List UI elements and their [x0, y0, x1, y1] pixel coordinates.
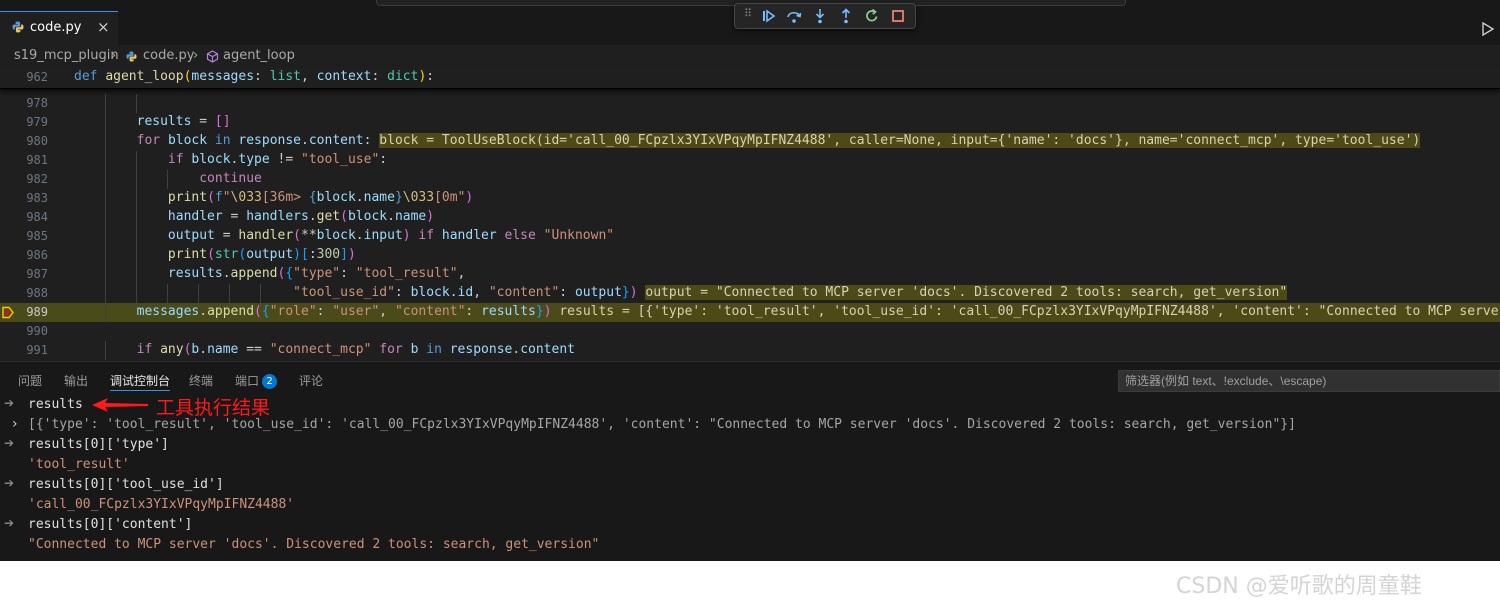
restart-icon[interactable] [863, 7, 881, 25]
method-symbol-icon [206, 50, 219, 63]
line-number: 988 [26, 286, 48, 300]
breadcrumb-file[interactable]: code.py [143, 48, 194, 63]
panel-tabs: 问题 输出 调试控制台 终端 端口 2 评论 [0, 362, 1500, 392]
close-icon[interactable]: × [97, 18, 110, 36]
sticky-scroll-header[interactable]: 962 def agent_loop(messages: list, conte… [0, 67, 1500, 89]
chevron-right-icon: › [111, 48, 117, 63]
python-file-icon [12, 21, 24, 33]
line-number: 979 [26, 115, 48, 129]
console-output: 'call_00_FCpzlx3YIxVPqyMpIFNZ4488' [28, 497, 295, 512]
ports-count-badge: 2 [262, 374, 278, 389]
code-line: 985 output = handler(**block.input) if h… [0, 227, 1500, 246]
code-line: 990 [0, 322, 1500, 341]
inline-value-results: results = [{'type': 'tool_result', 'tool… [559, 304, 1500, 319]
line-number: 989 [26, 305, 48, 319]
line-number: 986 [26, 248, 48, 262]
step-over-icon[interactable] [785, 7, 803, 25]
code-line: def agent_loop(messages: list, context: … [74, 69, 435, 84]
code-line: 978 [0, 94, 1500, 113]
code-line: 987 results.append({"type": "tool_result… [0, 265, 1500, 284]
console-input: results[0]['type'] [28, 437, 169, 452]
code-line: 980 for block in response.content: block… [0, 132, 1500, 151]
inline-value-block: block = ToolUseBlock(id='call_00_FCpzlx3… [379, 133, 1421, 148]
code-line: 982 continue [0, 170, 1500, 189]
breadcrumb-folder[interactable]: s19_mcp_plugin [14, 48, 119, 63]
vscode-window: code.py × ⠿ s19_mcp_plugin › code.py › a… [0, 0, 1500, 561]
debug-toolbar: ⠿ [734, 3, 916, 29]
chevron-right-icon: ➔ [4, 436, 15, 450]
console-input-line: ➔ results[0]['content'] [0, 515, 1500, 535]
line-number: 982 [26, 172, 48, 186]
chevron-right-icon: ➔ [4, 476, 15, 490]
tab-ports-label: 端口 [235, 374, 260, 388]
annotation-label: 工具执行结果 [156, 397, 271, 419]
tab-bar: code.py × ⠿ [0, 0, 1500, 45]
chevron-right-icon: › [193, 48, 199, 63]
inline-value-output: output = "Connected to MCP server 'docs'… [645, 285, 1288, 300]
annotation-arrow-icon [92, 398, 148, 412]
breadcrumb: s19_mcp_plugin › code.py › agent_loop [0, 45, 1500, 67]
tab-code-py[interactable]: code.py × [0, 11, 118, 45]
tab-debug-console[interactable]: 调试控制台 [110, 372, 171, 391]
console-output-line: 'tool_result' [0, 455, 1500, 475]
tab-label: code.py [30, 20, 82, 35]
chevron-right-icon[interactable]: › [12, 416, 18, 432]
console-output: 'tool_result' [28, 457, 130, 472]
console-filter [1118, 370, 1500, 392]
run-icon[interactable] [1481, 21, 1495, 37]
current-execution-line: 989 messages.append({"role": "user", "co… [0, 303, 1500, 322]
line-number: 985 [26, 229, 48, 243]
line-number: 981 [26, 153, 48, 167]
filter-input[interactable] [1125, 373, 1485, 389]
continue-icon[interactable] [759, 7, 777, 25]
tab-output[interactable]: 输出 [64, 372, 88, 389]
console-output: "Connected to MCP server 'docs'. Discove… [28, 537, 600, 552]
console-input-line: ➔ results[0]['tool_use_id'] [0, 475, 1500, 495]
console-input-line: ➔ results[0]['type'] [0, 435, 1500, 455]
stop-icon[interactable] [889, 7, 907, 25]
line-number: 990 [26, 324, 48, 338]
console-output-line: 'call_00_FCpzlx3YIxVPqyMpIFNZ4488' [0, 495, 1500, 515]
console-output-line: "Connected to MCP server 'docs'. Discove… [0, 535, 1500, 555]
chevron-right-icon: ➔ [4, 516, 15, 530]
code-line: 988 "tool_use_id": block.id, "content": … [0, 284, 1500, 303]
code-line: 984 handler = handlers.get(block.name) [0, 208, 1500, 227]
code-editor[interactable]: 978 979 results = [] 980 for block in re… [0, 88, 1500, 360]
line-number: 980 [26, 134, 48, 148]
console-input: results[0]['tool_use_id'] [28, 477, 224, 492]
chevron-right-icon: ➔ [4, 396, 15, 410]
console-input: results[0]['content'] [28, 517, 193, 532]
tab-ports[interactable]: 端口 2 [235, 372, 278, 389]
line-number: 991 [26, 343, 48, 357]
step-out-icon[interactable] [837, 7, 855, 25]
line-number: 984 [26, 210, 48, 224]
tab-problems[interactable]: 问题 [18, 372, 42, 389]
tab-comments[interactable]: 评论 [299, 372, 323, 389]
drag-handle-icon[interactable]: ⠿ [744, 7, 752, 20]
watermark: CSDN @爱听歌的周童鞋 [1176, 574, 1422, 599]
code-line: 986 print(str(output)[:300]) [0, 246, 1500, 265]
bottom-panel: 问题 输出 调试控制台 终端 端口2 评论 ➔ results › [{'typ… [0, 361, 1500, 561]
line-number: 962 [26, 70, 48, 84]
code-line: 979 results = [] [0, 113, 1500, 132]
breadcrumb-symbol[interactable]: agent_loop [223, 48, 295, 63]
console-input: results [28, 397, 83, 412]
line-number: 983 [26, 191, 48, 205]
code-line: 983 print(f"\033[36m> {block.name}\033[0… [0, 189, 1500, 208]
code-line: 991 if any(b.name == "connect_mcp" for b… [0, 341, 1500, 360]
code-line: 981 if block.type != "tool_use": [0, 151, 1500, 170]
step-into-icon[interactable] [811, 7, 829, 25]
line-number: 978 [26, 96, 48, 110]
line-number: 987 [26, 267, 48, 281]
python-file-icon [126, 51, 137, 62]
tab-terminal[interactable]: 终端 [189, 372, 213, 389]
